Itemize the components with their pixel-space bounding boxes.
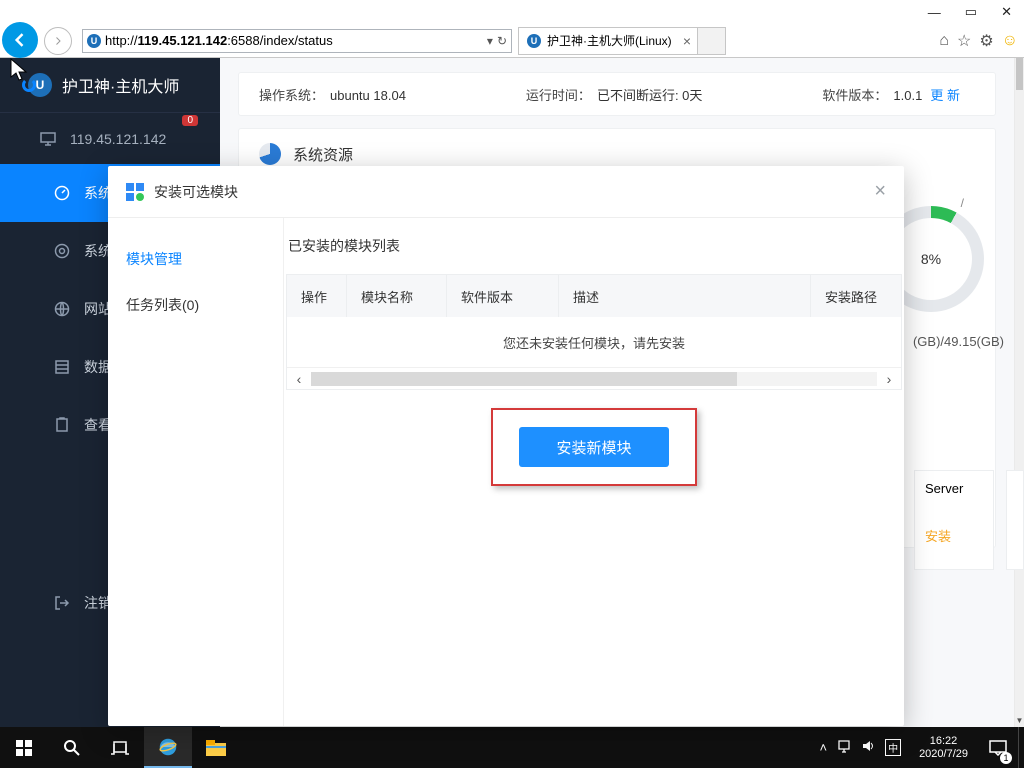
disk-usage-text: (GB)/49.15(GB) [913,334,1004,349]
col-path: 安装路径 [811,275,901,317]
page-scrollbar[interactable]: ▲ ▼ [1014,58,1024,727]
taskbar-clock[interactable]: 16:22 2020/7/29 [909,735,978,761]
favorites-icon[interactable]: ☆ [957,31,971,51]
settings-icon[interactable]: ⚙ [979,31,993,51]
address-bar[interactable]: U http://119.45.121.142:6588/index/statu… [82,29,512,53]
uptime-label: 运行时间： [526,88,591,103]
modules-table: 操作 模块名称 软件版本 描述 安装路径 您还未安装任何模块，请先安装 ‹ › [286,274,902,390]
window-close[interactable]: ✕ [1001,4,1012,20]
task-view-icon[interactable] [96,727,144,768]
url-favicon-icon: U [87,34,101,48]
server-name: Server [925,481,963,496]
cta-highlight: 安装新模块 [491,408,697,486]
clock-time: 16:22 [919,735,968,748]
database-icon [54,359,70,375]
modal-sidebar: 模块管理 任务列表(0) [108,218,284,726]
scroll-down-icon[interactable]: ▼ [1015,716,1024,725]
browser-toolbar: U http://119.45.121.142:6588/index/statu… [0,24,1024,58]
resource-title: 系统资源 [293,144,353,165]
taskbar: ˄ 中 16:22 2020/7/29 1 [0,727,1024,768]
tab-favicon-icon: U [527,34,541,48]
new-tab-button[interactable] [698,27,726,55]
tray-up-icon[interactable]: ˄ [819,740,827,755]
action-center-icon[interactable]: 1 [978,727,1018,768]
modules-icon [126,183,144,201]
tab-module-manage[interactable]: 模块管理 [108,236,283,282]
nav-forward-button[interactable] [44,27,72,55]
tab-task-list[interactable]: 任务列表(0) [108,282,283,328]
clipboard-icon [54,417,70,433]
scroll-track[interactable] [311,372,877,386]
col-name: 模块名称 [347,275,447,317]
sidebar-ip[interactable]: 0 119.45.121.142 [0,112,220,164]
modal-main: 已安装的模块列表 操作 模块名称 软件版本 描述 安装路径 您还未安装任何模块，… [284,218,904,726]
refresh-icon[interactable]: ↻ [497,34,507,48]
browser-tab[interactable]: U 护卫神·主机大师(Linux) × [518,27,698,55]
tray-ime-icon[interactable]: 中 [885,739,901,756]
os-label: 操作系统： [259,88,324,103]
notification-badge: 0 [182,115,198,126]
col-version: 软件版本 [447,275,559,317]
server-install-link[interactable]: 安装 [925,526,983,545]
donut-percent: 8% [921,251,941,267]
logout-icon [54,595,70,611]
gear-icon [54,243,70,259]
table-empty-text: 您还未安装任何模块，请先安装 [287,317,901,367]
tab-close-icon[interactable]: × [683,33,691,49]
info-card: 操作系统： ubuntu 18.04 运行时间： 已不间断运行: 0天 软件版本： 1… [238,72,996,116]
install-modules-modal: 安装可选模块 × 模块管理 任务列表(0) 已安装的模块列表 操作 模块名称 软… [108,166,904,726]
taskbar-ie-icon[interactable] [144,727,192,768]
clock-date: 2020/7/29 [919,748,968,761]
install-new-module-button[interactable]: 安装新模块 [519,427,669,467]
scroll-thumb[interactable] [1016,58,1023,90]
modal-title: 安装可选模块 [154,182,238,202]
modal-header: 安装可选模块 × [108,166,904,218]
url-text: http://119.45.121.142:6588/index/status [105,33,487,48]
taskbar-search-icon[interactable] [48,727,96,768]
loading-spinner-icon [22,78,36,92]
smiley-icon[interactable]: ☺ [1002,32,1018,50]
scroll-right-icon[interactable]: › [877,371,901,387]
pie-icon [259,143,281,165]
tray-volume-icon[interactable] [861,739,875,756]
nav-back-button[interactable] [2,22,38,58]
update-link[interactable]: 更 新 [930,88,960,103]
notif-count: 1 [1000,752,1012,764]
window-minimize[interactable]: — [928,5,941,20]
taskbar-explorer-icon[interactable] [192,727,240,768]
version-value: 1.0.1 [893,88,922,103]
server-card-2 [1006,470,1024,570]
col-description: 描述 [559,275,811,317]
brand-text: 护卫神·主机大师 [62,73,179,97]
tray-network-icon[interactable] [837,739,851,756]
show-desktop-button[interactable] [1018,727,1024,768]
url-dropdown-icon[interactable]: ▾ [487,34,493,48]
os-value: ubuntu 18.04 [330,88,406,103]
tab-title: 护卫神·主机大师(Linux) [547,32,672,49]
gauge-icon [54,185,70,201]
monitor-icon [40,132,56,146]
modal-subtitle: 已安装的模块列表 [284,236,904,256]
ip-text: 119.45.121.142 [70,131,166,147]
globe-icon [54,301,70,317]
col-operation: 操作 [287,275,347,317]
modal-close-icon[interactable]: × [874,180,886,203]
home-icon[interactable]: ⌂ [939,32,949,50]
axis-tick: / [961,196,964,210]
version-label: 软件版本： [822,88,887,103]
server-card: Server 安装 [914,470,994,570]
uptime-value: 已不间断运行: 0天 [597,88,702,103]
scroll-left-icon[interactable]: ‹ [287,371,311,387]
table-h-scrollbar[interactable]: ‹ › [287,367,901,389]
window-maximize[interactable]: ▭ [965,4,977,20]
start-button[interactable] [0,727,48,768]
table-header: 操作 模块名称 软件版本 描述 安装路径 [287,275,901,317]
